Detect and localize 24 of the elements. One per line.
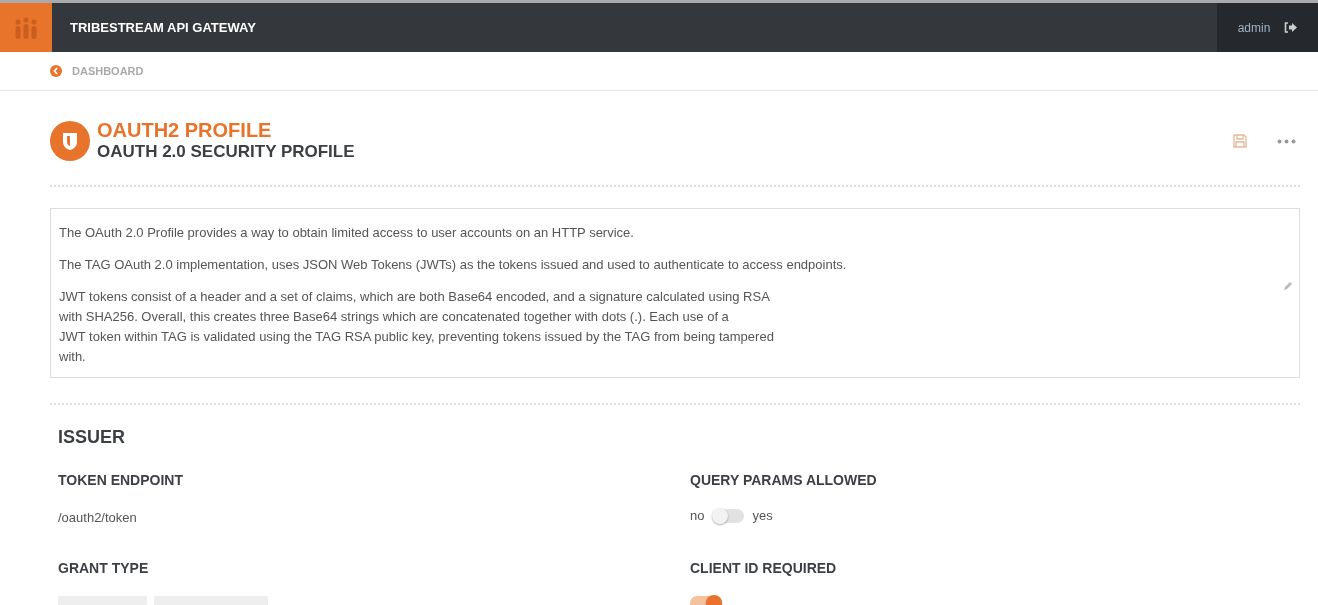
user-link[interactable]: admin (1237, 20, 1271, 35)
more-icon[interactable] (1277, 138, 1296, 144)
field-label: TOKEN ENDPOINT (58, 472, 184, 488)
back-icon[interactable] (50, 65, 62, 77)
off-label: no (690, 508, 705, 523)
app-title: TRIBESTREAM API GATEWAY (70, 20, 257, 35)
description-text: JWT tokens consist of a header and a set of claims, which are both Base64 encoded, and a signature calculated using RSA with SHA256. Overall, this creates three Base64 strings which are concatenated together with dots (.). Each use of a JWT token within TAG is validated using the TAG RSA public key, preventing tokens issued by the TAG from being tampered with. (59, 288, 775, 366)
logout-icon[interactable] (1284, 22, 1298, 33)
page-subtitle: OAUTH 2.0 SECURITY PROFILE (97, 141, 356, 163)
logo[interactable] (0, 3, 52, 52)
toggle-switch[interactable] (712, 508, 745, 523)
description-text: The TAG OAuth 2.0 implementation, uses JSON Web Tokens (JWTs) as the tokens issued and used to authenticate to access endpoints. (59, 256, 848, 274)
people-icon (14, 16, 38, 39)
section-title: ISSUER (58, 427, 127, 448)
pencil-icon[interactable] (1283, 281, 1293, 291)
save-icon[interactable] (1233, 134, 1247, 148)
on-label: yes (752, 508, 773, 523)
field-label: GRANT TYPE (58, 560, 150, 576)
page-title: OAUTH2 PROFILE (97, 119, 273, 141)
field-label: QUERY PARAMS ALLOWED (690, 472, 878, 488)
field-value: /oauth2/token (58, 510, 137, 525)
field-label: CLIENT ID REQUIRED (690, 560, 838, 576)
shield-icon (50, 121, 90, 161)
description-text: The OAuth 2.0 Profile provides a way to obtain limited access to user accounts on an HTTP service. (59, 224, 635, 242)
